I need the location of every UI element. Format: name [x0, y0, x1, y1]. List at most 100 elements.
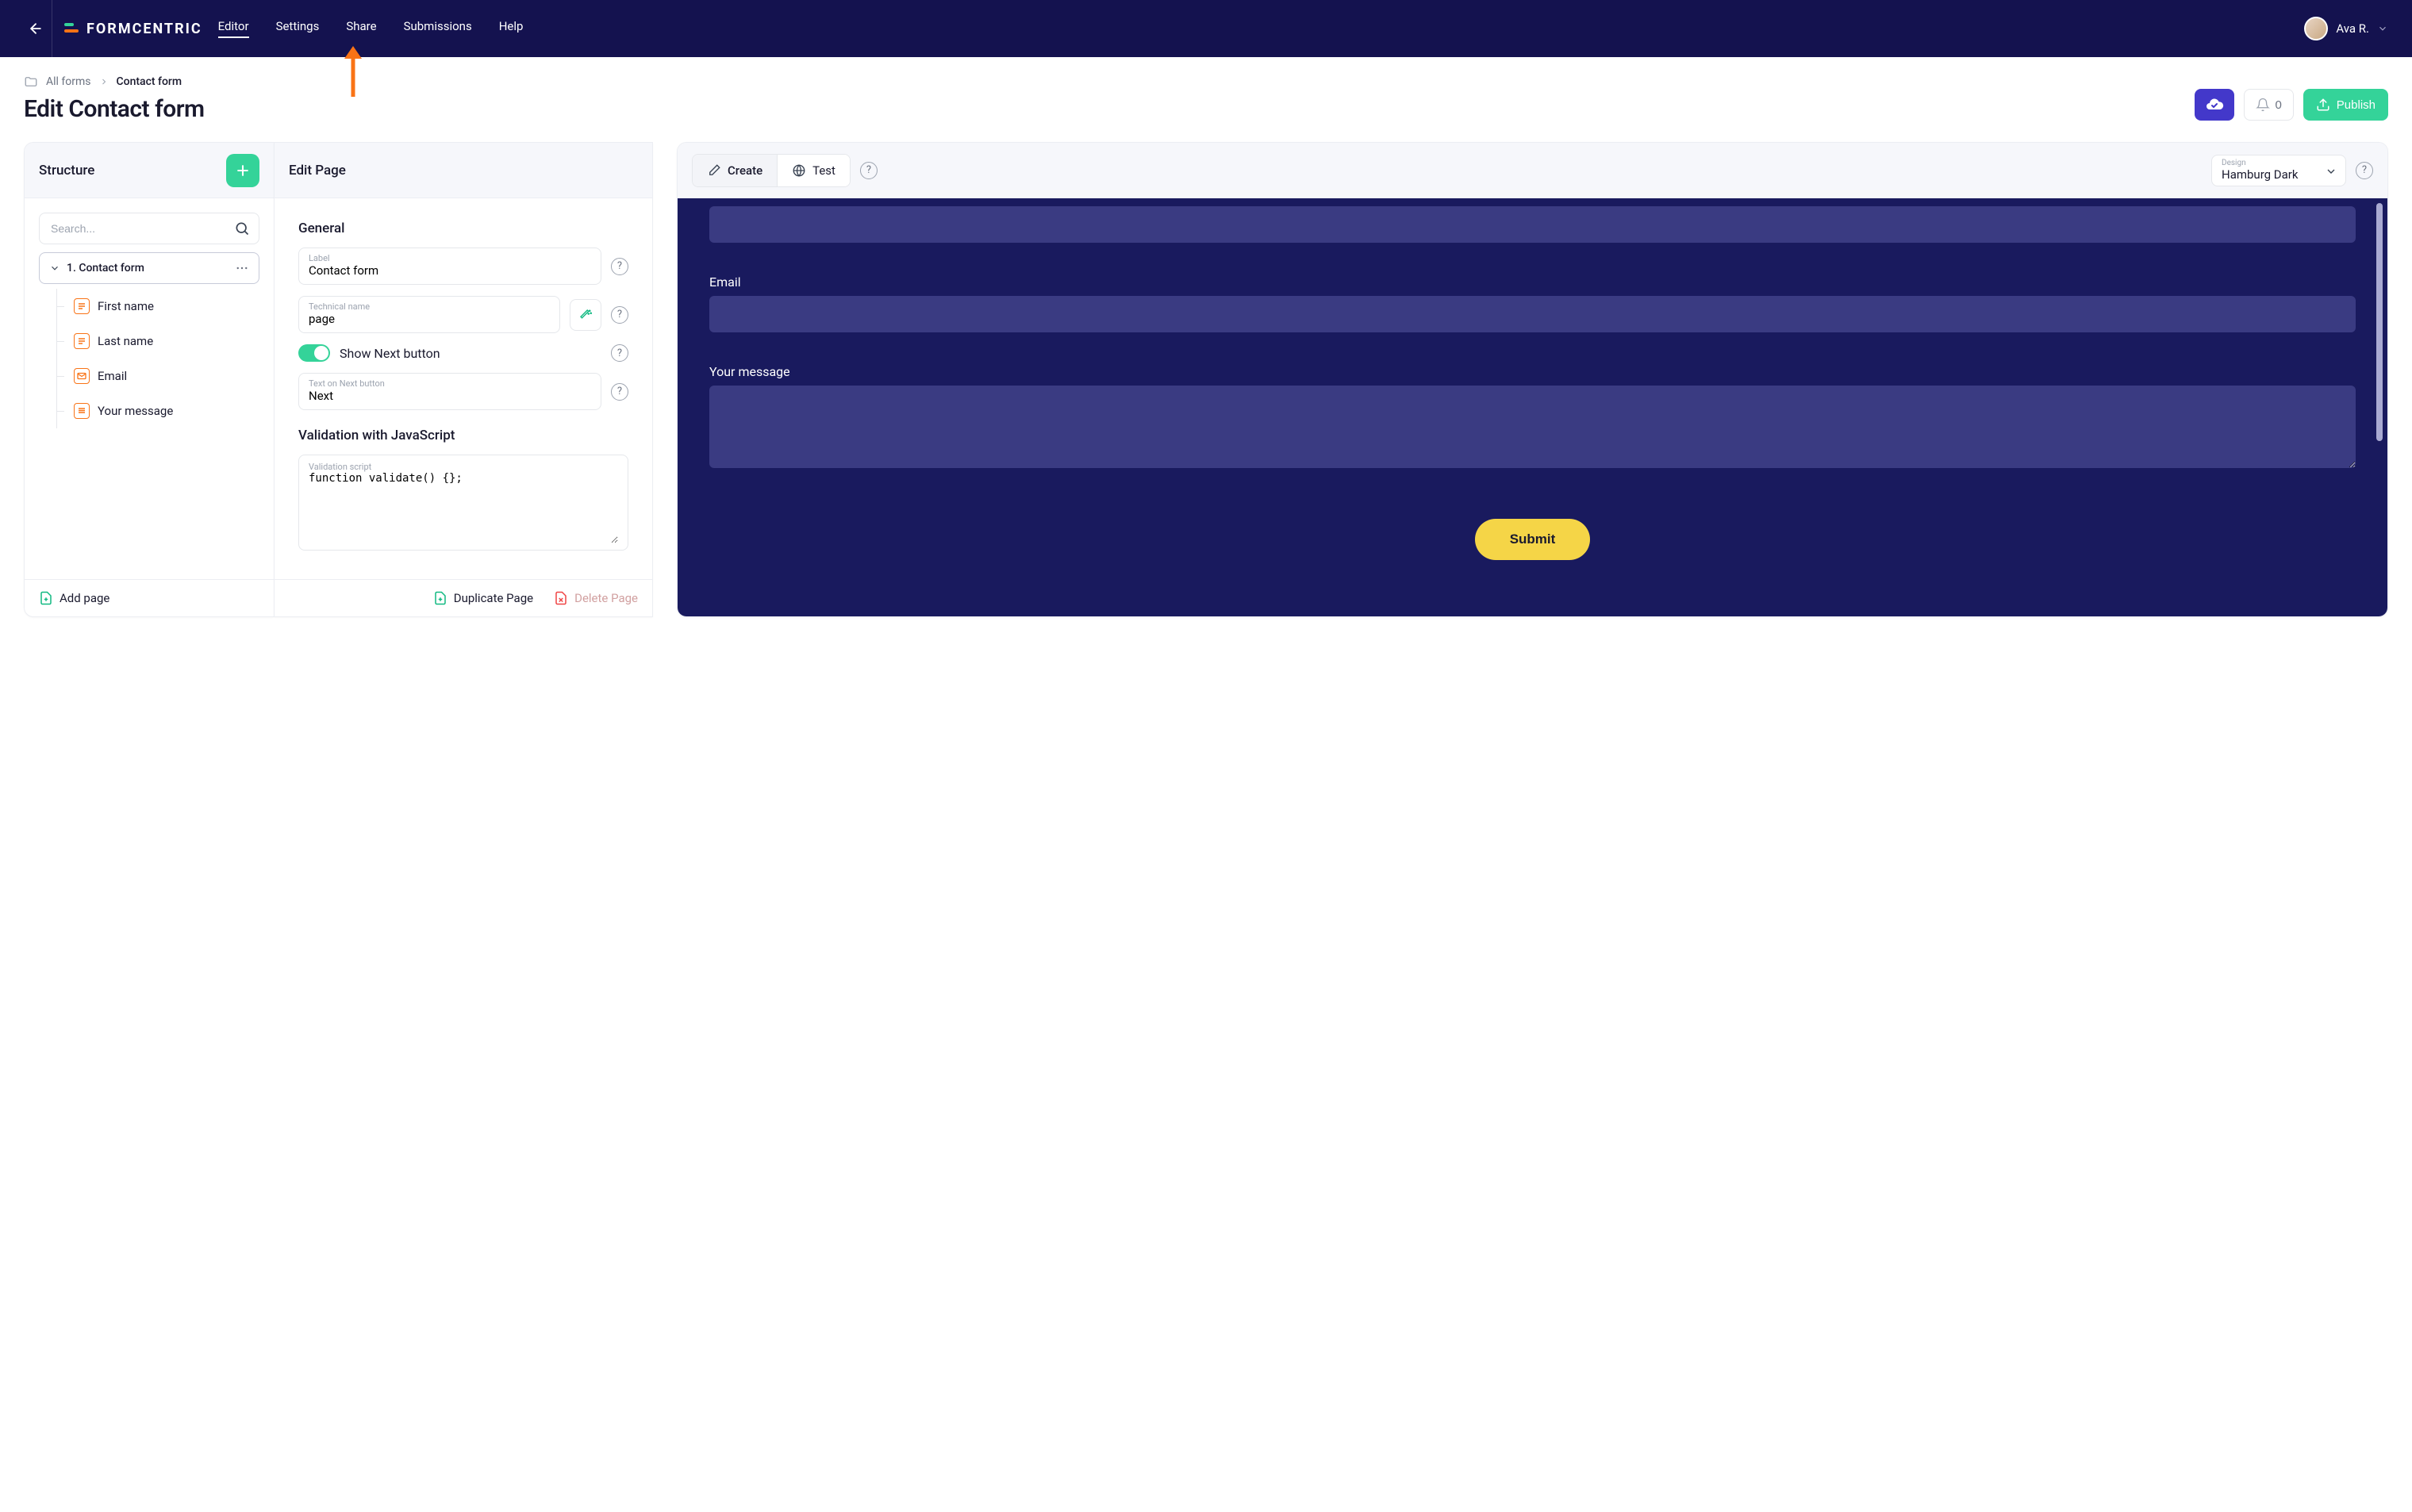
tree-item-email[interactable]: Email — [39, 359, 259, 393]
help-icon[interactable]: ? — [2356, 162, 2373, 179]
structure-panel: Structure 1. Contact form — [24, 142, 274, 617]
next-text-input[interactable] — [309, 389, 591, 403]
upload-icon — [2316, 98, 2330, 112]
preview-body: Email Your message Submit — [678, 198, 2387, 616]
publish-button[interactable]: Publish — [2303, 89, 2388, 121]
text-field-icon — [74, 333, 90, 349]
add-page-button[interactable]: Add page — [39, 591, 109, 605]
preview-message-label: Your message — [709, 364, 2356, 379]
add-element-button[interactable] — [226, 154, 259, 187]
edit-panel: Edit Page General Label ? Technical name — [274, 142, 653, 617]
label-input[interactable] — [309, 263, 591, 278]
globe-icon — [792, 163, 806, 178]
mail-field-icon — [74, 368, 90, 384]
notifications-button[interactable]: 0 — [2244, 89, 2293, 121]
nav-help[interactable]: Help — [499, 19, 524, 38]
tree-item-label: Your message — [98, 404, 173, 418]
magic-wand-icon — [578, 308, 593, 322]
back-button[interactable] — [24, 21, 48, 36]
help-icon[interactable]: ? — [611, 344, 628, 362]
pencil-icon — [707, 163, 721, 178]
brand-logo[interactable]: FORMCENTRIC — [64, 21, 202, 37]
generate-name-button[interactable] — [570, 299, 601, 331]
help-icon[interactable]: ? — [611, 383, 628, 401]
brand-name: FORMCENTRIC — [86, 21, 202, 37]
label-caption: Label — [309, 253, 591, 263]
technical-name-input[interactable] — [309, 312, 550, 326]
breadcrumb-root[interactable]: All forms — [46, 75, 91, 88]
preview-message-textarea[interactable] — [709, 386, 2356, 468]
test-mode-button[interactable]: Test — [777, 155, 850, 186]
show-next-toggle[interactable] — [298, 344, 330, 362]
design-value: Hamburg Dark — [2222, 167, 2317, 182]
more-icon[interactable] — [235, 261, 249, 275]
preview-header: Create Test ? Design Hamburg Dark ? — [678, 143, 2387, 198]
duplicate-page-button[interactable]: Duplicate Page — [433, 591, 533, 605]
structure-header: Structure — [25, 143, 274, 198]
nav-editor[interactable]: Editor — [218, 19, 249, 38]
create-mode-button[interactable]: Create — [693, 155, 777, 186]
tree-root-item[interactable]: 1. Contact form — [39, 252, 259, 284]
nav-settings[interactable]: Settings — [276, 19, 320, 38]
preview-scrollbar[interactable] — [2376, 203, 2383, 441]
add-page-label: Add page — [60, 591, 109, 605]
chevron-down-icon[interactable] — [2377, 23, 2388, 34]
plus-icon — [235, 163, 251, 178]
chevron-down-icon — [49, 263, 60, 274]
nav-submissions[interactable]: Submissions — [404, 19, 472, 38]
publish-label: Publish — [2337, 98, 2376, 112]
design-select[interactable]: Design Hamburg Dark — [2211, 155, 2346, 186]
preview-lastname-input[interactable] — [709, 206, 2356, 243]
text-field-icon — [74, 298, 90, 314]
header-actions: 0 Publish — [2195, 89, 2388, 121]
help-icon[interactable]: ? — [611, 258, 628, 275]
folder-icon — [24, 75, 38, 89]
delete-page-button[interactable]: Delete Page — [554, 591, 638, 605]
duplicate-label: Duplicate Page — [454, 591, 533, 605]
top-navbar: FORMCENTRIC Editor Settings Share Submis… — [0, 0, 2412, 57]
technical-name-field[interactable]: Technical name — [298, 296, 560, 333]
page-header: All forms Contact form Edit Contact form… — [0, 57, 2412, 134]
next-text-field[interactable]: Text on Next button — [298, 373, 601, 410]
test-label: Test — [812, 163, 835, 178]
breadcrumb-current: Contact form — [117, 75, 182, 88]
technical-name-caption: Technical name — [309, 301, 550, 312]
label-field[interactable]: Label — [298, 248, 601, 285]
structure-title: Structure — [39, 163, 94, 178]
breadcrumb: All forms Contact form — [24, 75, 205, 89]
arrow-left-icon — [28, 21, 44, 36]
tree-root-label: 1. Contact form — [67, 262, 144, 274]
tree-children: First name Last name Email Your message — [39, 289, 259, 428]
help-icon[interactable]: ? — [611, 306, 628, 324]
create-label: Create — [728, 163, 762, 178]
tree-item-message[interactable]: Your message — [39, 393, 259, 428]
general-section-title: General — [298, 221, 628, 236]
logo-mark-icon — [64, 21, 79, 36]
user-name: Ava R. — [2336, 21, 2369, 36]
chevron-right-icon — [99, 77, 109, 86]
file-copy-icon — [433, 591, 447, 605]
validation-field[interactable]: Validation script — [298, 455, 628, 551]
search-input[interactable] — [39, 213, 259, 244]
preview-panel: Create Test ? Design Hamburg Dark ? Emai… — [677, 142, 2388, 617]
mode-segmented-control: Create Test — [692, 154, 851, 187]
validation-textarea[interactable] — [309, 472, 618, 543]
preview-submit-button[interactable]: Submit — [1475, 519, 1591, 560]
edit-title: Edit Page — [289, 163, 346, 178]
help-icon[interactable]: ? — [860, 162, 878, 179]
file-plus-icon — [39, 591, 53, 605]
search-icon[interactable] — [234, 221, 250, 240]
tree-item-firstname[interactable]: First name — [39, 289, 259, 324]
avatar[interactable] — [2304, 17, 2328, 40]
design-caption: Design — [2222, 159, 2317, 167]
nav-share[interactable]: Share — [346, 19, 376, 38]
tree-item-label: First name — [98, 299, 154, 313]
bell-icon — [2256, 98, 2270, 112]
tree-item-lastname[interactable]: Last name — [39, 324, 259, 359]
preview-email-input[interactable] — [709, 296, 2356, 332]
cloud-save-button[interactable] — [2195, 89, 2234, 121]
chevron-down-icon — [2325, 165, 2337, 178]
show-next-label: Show Next button — [340, 346, 601, 361]
tree-item-label: Email — [98, 369, 127, 383]
preview-email-label: Email — [709, 274, 2356, 290]
